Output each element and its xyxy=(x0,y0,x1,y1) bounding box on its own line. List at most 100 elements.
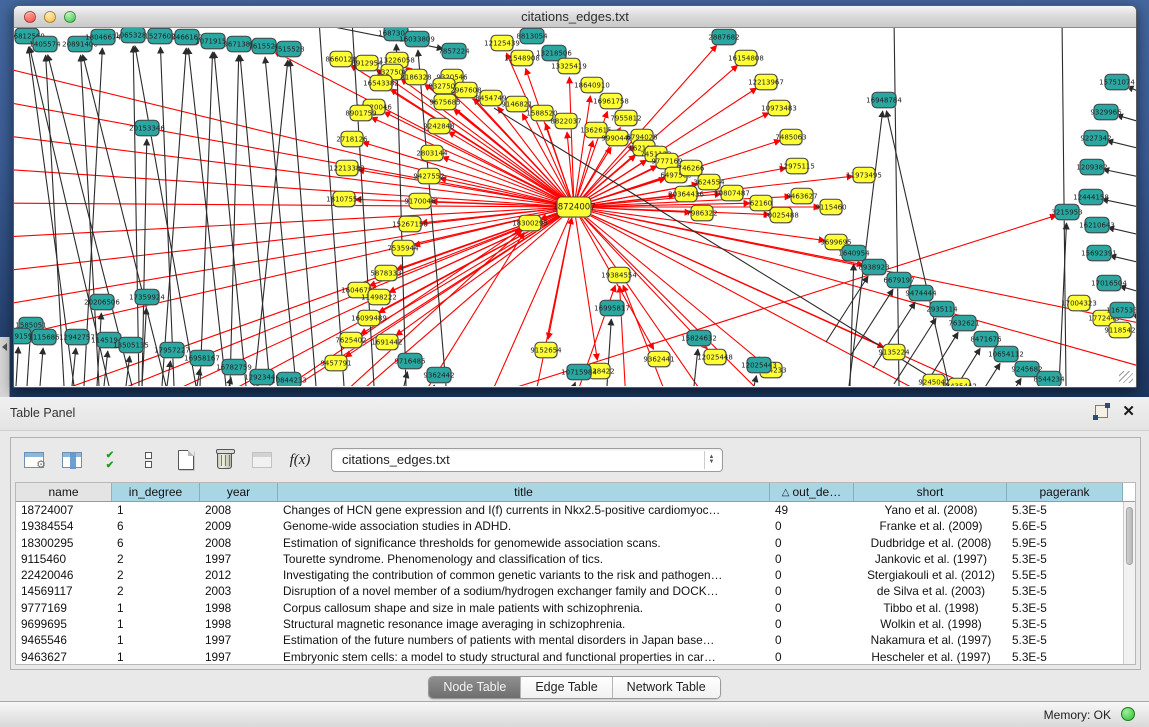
graph-node[interactable]: 16099489 xyxy=(351,310,387,327)
graph-node[interactable]: 5878333 xyxy=(370,265,401,282)
graph-node[interactable]: 12975115 xyxy=(779,158,815,175)
graph-node[interactable]: 15692391 xyxy=(1081,245,1117,262)
graph-node[interactable]: 9474444 xyxy=(905,285,937,302)
graph-node[interactable]: 8186328 xyxy=(400,69,431,86)
graph-node[interactable]: 3624554 xyxy=(693,174,725,191)
table-row[interactable]: 1872400712008Changes of HCN gene express… xyxy=(16,502,1123,518)
graph-node[interactable]: 1167533 xyxy=(1106,302,1136,319)
graph-node[interactable]: 19384554 xyxy=(601,267,637,284)
graph-node[interactable]: 20206506 xyxy=(84,294,120,311)
graph-node[interactable]: 7485063 xyxy=(775,129,806,146)
graph-node[interactable]: 7515528 xyxy=(273,41,304,58)
graph-node[interactable]: 2887682 xyxy=(708,29,739,46)
graph-node[interactable]: 2935114 xyxy=(926,301,958,318)
graph-node[interactable]: 12025448 xyxy=(697,349,733,366)
graph-node[interactable]: 8822037 xyxy=(550,113,581,130)
graph-node[interactable]: 1115686 xyxy=(28,329,60,346)
graph-node[interactable]: 8544234 xyxy=(1033,371,1065,386)
graph-node[interactable]: 12444158 xyxy=(1073,189,1109,206)
graph-node[interactable]: 9115460 xyxy=(815,199,846,216)
table-row[interactable]: 1456911722003Disruption of a novel membe… xyxy=(16,583,1123,599)
graph-node[interactable]: 8471676 xyxy=(970,331,1002,348)
graph-node[interactable]: 3215953 xyxy=(1051,204,1082,221)
table-row[interactable]: 2242004622012Investigating the contribut… xyxy=(16,567,1123,583)
graph-node[interactable]: 7857224 xyxy=(438,43,470,60)
graph-node[interactable]: 9135224 xyxy=(878,344,910,361)
graph-node[interactable]: 16948784 xyxy=(866,92,902,109)
graph-node[interactable]: 8901759 xyxy=(345,105,376,122)
graph-node[interactable]: 12025443 xyxy=(741,357,777,374)
column-header-title[interactable]: title xyxy=(278,483,770,501)
graph-node[interactable]: 10654112 xyxy=(988,346,1024,363)
tab-node-table[interactable]: Node Table xyxy=(429,677,521,698)
graph-node[interactable]: 11548908 xyxy=(504,50,540,67)
row-height-button[interactable] xyxy=(135,447,161,473)
vertical-scrollbar[interactable] xyxy=(1123,502,1135,664)
graph-node[interactable]: 12213967 xyxy=(748,74,784,91)
column-header-pagerank[interactable]: pagerank xyxy=(1007,483,1123,501)
table-mode-button[interactable]: ⚙ xyxy=(21,447,47,473)
graph-node[interactable]: 11973495 xyxy=(846,167,882,184)
graph-node[interactable]: 9463627 xyxy=(786,188,817,205)
scrollbar-thumb[interactable] xyxy=(1126,507,1133,565)
column-header-short[interactable]: short xyxy=(854,483,1007,501)
graph-node[interactable]: 7986322 xyxy=(686,205,717,222)
tab-network-table[interactable]: Network Table xyxy=(613,677,720,698)
table-row[interactable]: 946554611997Estimation of the future num… xyxy=(16,632,1123,648)
graph-node[interactable]: 8938923 xyxy=(858,259,889,276)
delete-column-button[interactable] xyxy=(211,447,237,473)
graph-node[interactable]: 9152654 xyxy=(530,342,562,359)
close-panel-icon[interactable]: ✕ xyxy=(1122,405,1135,418)
graph-node[interactable]: 18724007 xyxy=(552,197,595,218)
graph-node[interactable]: 16210643 xyxy=(1079,217,1115,234)
graph-node[interactable]: 17016504 xyxy=(1091,275,1127,292)
tab-edge-table[interactable]: Edge Table xyxy=(521,677,612,698)
table-row[interactable]: 969969511998Structural magnetic resonanc… xyxy=(16,616,1123,632)
graph-node[interactable]: 18640910 xyxy=(574,77,610,94)
table-row[interactable]: 977716911998Corpus callosum shape and si… xyxy=(16,600,1123,616)
graph-node[interactable]: 1405574 xyxy=(29,36,61,53)
memory-ok-icon[interactable] xyxy=(1121,707,1135,721)
table-row[interactable]: 946362711997Embryonic stem cells: a mode… xyxy=(16,649,1123,664)
graph-node[interactable]: 7955812 xyxy=(610,110,641,127)
graph-node[interactable]: 16961758 xyxy=(593,93,629,110)
network-canvas[interactable]: 1681256914055742089140618046674106532871… xyxy=(14,28,1136,386)
table-row[interactable]: 1830029562008Estimation of significance … xyxy=(16,535,1123,551)
network-view-window[interactable]: citations_edges.txt 16812569140557420891… xyxy=(13,5,1137,388)
graph-node[interactable]: 7535944 xyxy=(387,240,419,257)
graph-node[interactable]: 9227342 xyxy=(1080,130,1111,147)
graph-node[interactable]: 9716485 xyxy=(394,353,425,370)
table-row[interactable]: 911546021997Tourette syndrome. Phenomeno… xyxy=(16,551,1123,567)
graph-node[interactable]: 62160 xyxy=(750,195,773,212)
graph-node[interactable]: 12125439 xyxy=(484,35,520,52)
graph-node[interactable]: 2803144 xyxy=(416,145,448,162)
graph-node[interactable]: 9242848 xyxy=(423,118,454,135)
graph-node[interactable]: 1209382 xyxy=(1076,159,1107,176)
show-column-button[interactable] xyxy=(59,447,85,473)
graph-node[interactable]: 9329966 xyxy=(1090,104,1122,121)
graph-node[interactable]: 9362442 xyxy=(423,367,454,384)
float-panel-icon[interactable] xyxy=(1095,405,1108,418)
graph-node[interactable]: 9427552 xyxy=(413,168,444,185)
graph-node[interactable]: 15751074 xyxy=(1099,74,1135,91)
new-column-button[interactable] xyxy=(173,447,199,473)
column-header-in_degree[interactable]: in_degree xyxy=(112,483,200,501)
graph-node[interactable]: 7632621 xyxy=(948,315,979,332)
graph-node[interactable]: 16995817 xyxy=(594,300,630,317)
column-header-name[interactable]: name xyxy=(16,483,112,501)
graph-node[interactable]: 9675685 xyxy=(429,94,460,111)
network-window-titlebar[interactable]: citations_edges.txt xyxy=(14,6,1136,28)
graph-node[interactable]: 15267150 xyxy=(392,216,428,233)
table-select-dropdown[interactable]: citations_edges.txt ▲▼ xyxy=(331,448,723,472)
graph-node[interactable]: 8813054 xyxy=(516,28,548,45)
window-resize-grip[interactable] xyxy=(1119,371,1133,383)
graph-node[interactable]: 7625402 xyxy=(335,332,366,349)
graph-node[interactable]: 1691442 xyxy=(371,334,402,351)
column-header-year[interactable]: year xyxy=(200,483,278,501)
column-header-out_de[interactable]: △out_de… xyxy=(770,483,854,501)
graph-node[interactable]: 17004323 xyxy=(1061,295,1097,312)
graph-node[interactable]: 17359924 xyxy=(129,289,165,306)
west-panel-collapse-strip[interactable] xyxy=(0,337,10,397)
function-builder-button[interactable]: f(x) xyxy=(287,447,313,473)
graph-node[interactable]: 9118542 xyxy=(1104,322,1135,339)
